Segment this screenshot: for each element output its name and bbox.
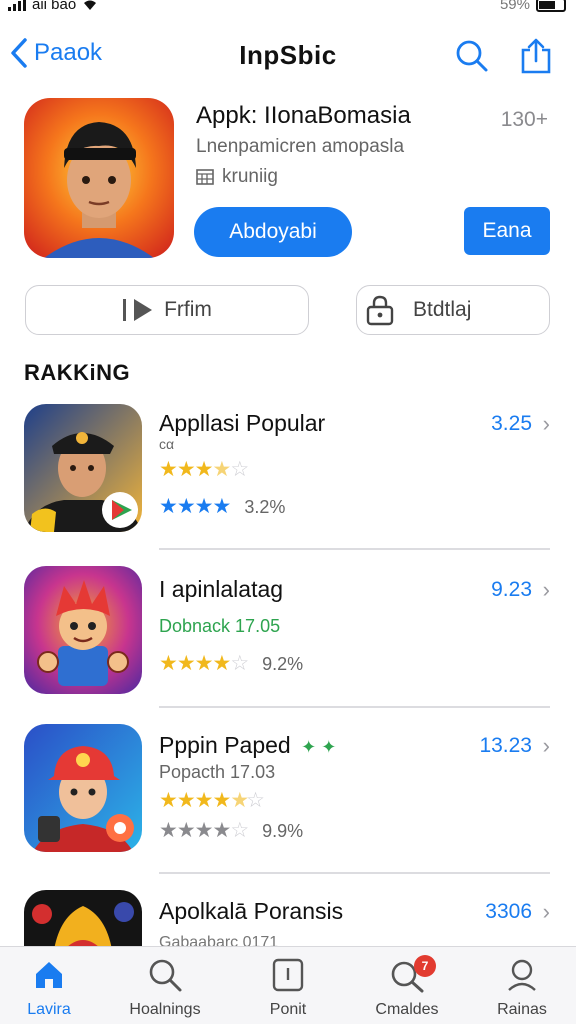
chevron-right-icon: › <box>542 899 550 924</box>
tab-profile[interactable]: Rainas <box>467 955 576 1019</box>
battery-percent: 59% <box>499 0 530 13</box>
search-icon <box>110 955 220 995</box>
featured-app-meta-label: kruniig <box>222 166 278 187</box>
search-button[interactable] <box>452 36 492 76</box>
featured-app-subtitle: Lnenpamicren amopasla <box>196 136 405 157</box>
carrier-label: aii bao <box>32 0 77 13</box>
open-button[interactable]: Eana <box>464 207 550 255</box>
tab-rankings[interactable]: Hoalnings <box>110 955 220 1019</box>
app-title: Apolkalā Poransis <box>159 898 344 924</box>
signal-icon <box>8 0 26 11</box>
tab-label: Rainas <box>497 1001 547 1018</box>
chevron-right-icon: › <box>542 577 550 602</box>
featured-app-title: Appk: IIonaBomasia <box>196 102 411 129</box>
search-badge-icon: 7 <box>352 955 462 995</box>
chevron-right-icon: › <box>542 733 550 758</box>
wifi-icon <box>84 0 97 10</box>
app-subtitle: ᴄα <box>159 436 175 452</box>
search-icon <box>456 40 488 72</box>
tab-label: Ponit <box>269 1001 307 1018</box>
tab-post[interactable]: Ponit <box>233 955 343 1019</box>
app-thumbnail <box>24 890 142 950</box>
app-price: 3.25 <box>491 412 532 435</box>
rating-stars-primary: ★★★ ★ ☆ <box>159 458 249 481</box>
app-title: Pppin Paped ✦ ✦ <box>159 732 336 759</box>
app-title-text: Pppin Paped <box>159 732 291 758</box>
app-thumbnail <box>24 404 142 532</box>
get-button[interactable]: Abdoyabi <box>194 207 352 257</box>
tab-label: Cmaldes <box>375 1001 439 1018</box>
app-price: 9.23 <box>491 578 532 601</box>
app-subtitle: Dobnack 17.05 <box>159 616 281 636</box>
battery-icon <box>536 0 566 12</box>
post-icon <box>233 955 343 995</box>
status-left: aii bao <box>8 0 98 13</box>
row-divider <box>159 872 550 874</box>
list-item[interactable]: Appllasi Popular ᴄα ★★★ ★ ☆ ★★★★ 3.2% 3.25 … <box>0 404 576 550</box>
app-price: 3306 <box>485 900 532 923</box>
share-icon <box>521 38 551 74</box>
chevron-right-icon: › <box>542 411 550 436</box>
rating-value: 9.9% <box>262 820 304 841</box>
rating-value: 3.2% <box>244 496 286 517</box>
preview-button[interactable]: Frfim <box>25 285 309 335</box>
share-button[interactable] <box>516 36 556 76</box>
featured-app-count: 130+ <box>500 108 548 131</box>
featured-app-meta: kruniig <box>196 166 278 188</box>
calendar-icon <box>196 169 214 185</box>
rating-stars-primary: ★★★★ ☆ 9.2% <box>159 652 304 675</box>
app-price: 13.23 <box>479 734 532 757</box>
profile-icon <box>467 955 576 995</box>
sparkle-icon: ✦ ✦ <box>301 737 337 757</box>
section-title: RAKKiNG <box>24 360 131 385</box>
app-subtitle: Popacth 17.03 <box>159 762 276 782</box>
list-item[interactable]: Apolkalā Poransis Gabaabarc 0171 3306 › <box>0 890 576 951</box>
status-right: 59% <box>500 0 566 13</box>
list-item[interactable]: Pppin Paped ✦ ✦ Popacth 17.03 ★★★★ ★ ☆ ★★★… <box>0 724 576 874</box>
featured-app-icon[interactable] <box>24 98 174 258</box>
tab-search[interactable]: 7 Cmaldes <box>352 955 462 1019</box>
app-thumbnail <box>24 566 142 694</box>
row-divider <box>159 548 550 550</box>
tab-label: Lavira <box>27 1001 71 1018</box>
rating-stars-secondary: ★★★★ 3.2% <box>159 495 286 518</box>
rating-stars-primary: ★★★★ ★ ☆ <box>159 789 265 812</box>
notification-badge: 7 <box>414 955 436 977</box>
home-icon <box>0 955 104 995</box>
app-title: I apinlalatag <box>159 576 284 602</box>
tab-today[interactable]: Lavira <box>0 955 104 1019</box>
status-bar: aii bao 59% <box>0 0 576 18</box>
list-item[interactable]: I apinlalatag Dobnack 17.05 ★★★★ ☆ 9.2% 9.… <box>0 566 576 708</box>
details-label: Btdtlaj <box>413 298 472 321</box>
app-title: Appllasi Popular <box>159 410 326 436</box>
play-icon <box>123 299 153 321</box>
details-button[interactable]: Btdtlaj <box>356 285 550 335</box>
tab-bar: Lavira Hoalnings Ponit 7 Cmaldes Rainas <box>0 946 576 1024</box>
app-thumbnail <box>24 724 142 852</box>
rating-value: 9.2% <box>262 653 304 674</box>
nav-bar: Paaok InpSbic <box>0 28 576 84</box>
preview-label: Frfim <box>164 298 212 321</box>
row-divider <box>159 706 550 708</box>
tab-label: Hoalnings <box>129 1001 201 1018</box>
rating-stars-secondary: ★★★★ ☆ 9.9% <box>159 819 304 842</box>
lock-icon <box>366 295 394 326</box>
